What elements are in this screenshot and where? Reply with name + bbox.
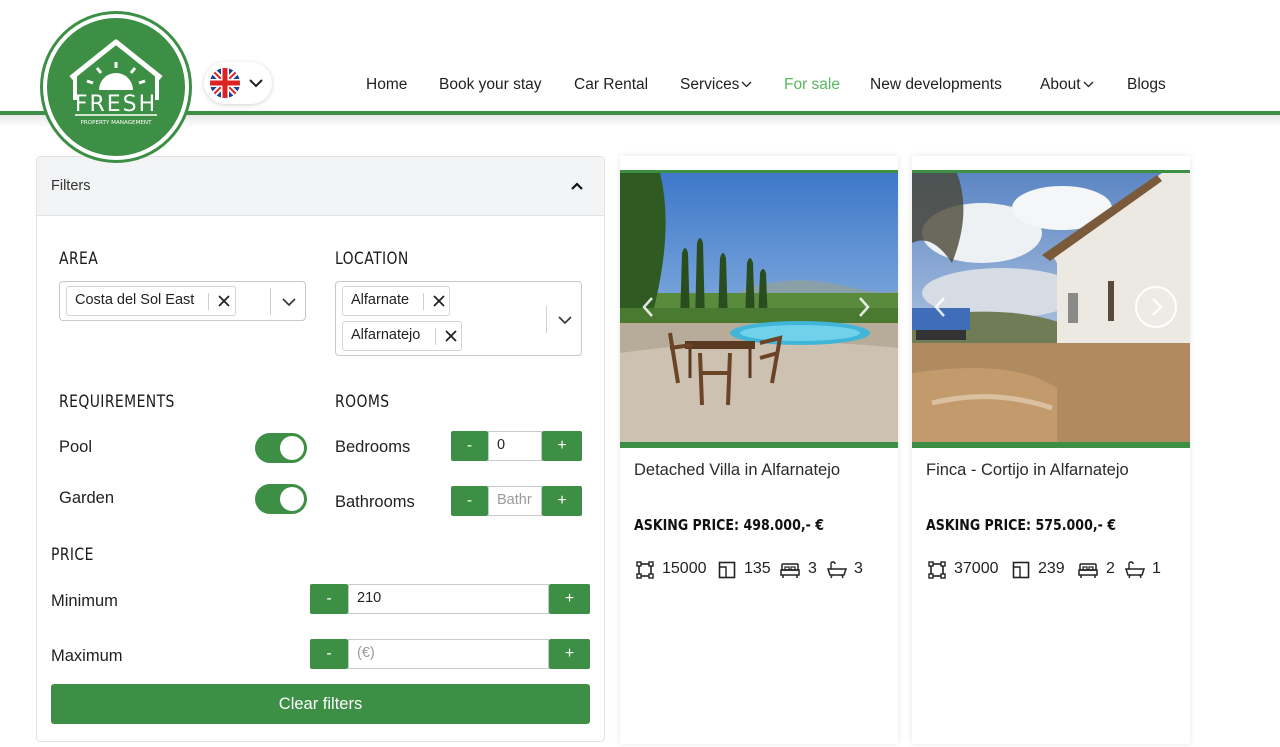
minimum-decrement-button[interactable]: -: [310, 584, 348, 614]
nav-new-developments[interactable]: New developments: [870, 76, 1002, 94]
chevron-up-icon[interactable]: [570, 180, 584, 192]
built-size: 135: [744, 560, 771, 577]
bath-icon: [826, 561, 848, 579]
maximum-increment-button[interactable]: +: [549, 639, 590, 669]
nav-about[interactable]: About: [1040, 76, 1094, 94]
plot-size: 37000: [954, 560, 999, 577]
bedrooms-label: Bedrooms: [335, 438, 411, 456]
bathrooms-increment-button[interactable]: +: [542, 486, 582, 516]
bed-icon: [1078, 563, 1098, 578]
minimum-increment-button[interactable]: +: [549, 584, 590, 614]
listing-card[interactable]: Finca - Cortijo in Alfarnatejo ASKING PR…: [912, 156, 1190, 744]
chevron-down-icon: [249, 79, 263, 88]
listing-photo[interactable]: [620, 170, 898, 448]
tag-separator: [208, 293, 209, 310]
chevron-down-icon: [1083, 81, 1093, 88]
location-tag: Alfarnate: [342, 286, 450, 316]
built-area-icon: [718, 561, 736, 579]
clear-filters-button[interactable]: Clear filters: [51, 684, 590, 724]
bathrooms-count: 3: [854, 560, 863, 577]
filters-header[interactable]: Filters: [37, 157, 604, 216]
bathrooms-input[interactable]: Bathr: [488, 486, 542, 516]
area-tag-label: Costa del Sol East: [75, 292, 195, 308]
bedrooms-count: 3: [808, 560, 817, 577]
chevron-down-icon[interactable]: [281, 295, 297, 309]
bedrooms-decrement-button[interactable]: -: [451, 431, 488, 461]
bathrooms-count: 1: [1152, 560, 1161, 577]
maximum-decrement-button[interactable]: -: [310, 639, 348, 669]
nav-about-label: About: [1040, 76, 1081, 93]
logo-word: FRESH: [75, 92, 157, 117]
bathrooms-decrement-button[interactable]: -: [451, 486, 488, 516]
chevron-left-icon[interactable]: [932, 295, 948, 319]
site-header: FRESH PROPERTY MANAGEMENT Home Book your…: [0, 0, 1280, 160]
nav-services-label: Services: [680, 76, 740, 93]
bedrooms-count: 2: [1106, 560, 1115, 577]
nav-car-rental[interactable]: Car Rental: [574, 76, 648, 94]
tag-separator: [435, 328, 436, 345]
minimum-label: Minimum: [51, 592, 118, 610]
area-tag: Costa del Sol East: [66, 286, 236, 316]
listing-title[interactable]: Finca - Cortijo in Alfarnatejo: [926, 461, 1129, 480]
listing-price: ASKING PRICE: 575.000,- €: [926, 516, 1117, 534]
bed-icon: [780, 563, 800, 578]
select-separator: [270, 288, 271, 315]
chevron-right-icon[interactable]: [856, 295, 872, 319]
rooms-title: ROOMS: [335, 392, 390, 412]
listing-photo[interactable]: [912, 170, 1190, 448]
built-size: 239: [1038, 560, 1065, 577]
bathrooms-label: Bathrooms: [335, 493, 415, 511]
header-shadow: [0, 115, 1280, 127]
logo-subtitle: PROPERTY MANAGEMENT: [80, 120, 152, 126]
close-icon[interactable]: [432, 294, 446, 308]
location-select[interactable]: Alfarnate Alfarnatejo: [335, 281, 582, 356]
minimum-price-input[interactable]: 210: [348, 584, 549, 614]
filters-title: Filters: [51, 178, 91, 194]
chevron-down-icon: [741, 81, 752, 88]
nav-for-sale[interactable]: For sale: [784, 76, 840, 94]
toggle-knob: [280, 436, 304, 460]
location-tag-label: Alfarnatejo: [351, 327, 421, 343]
nav-blogs[interactable]: Blogs: [1127, 76, 1166, 94]
brand-logo[interactable]: FRESH PROPERTY MANAGEMENT: [43, 14, 189, 160]
maximum-price-input[interactable]: (€): [348, 639, 549, 669]
filters-panel: Filters AREA Costa del Sol East LOCATION…: [36, 156, 605, 742]
requirements-title: REQUIREMENTS: [59, 392, 175, 412]
chevron-down-icon[interactable]: [557, 313, 573, 327]
bedrooms-input[interactable]: 0: [488, 431, 542, 461]
nav-book-your-stay[interactable]: Book your stay: [439, 76, 542, 94]
plot-size: 15000: [662, 560, 707, 577]
close-icon[interactable]: [444, 329, 458, 343]
chevron-left-icon[interactable]: [640, 295, 656, 319]
pool-toggle[interactable]: [255, 433, 307, 463]
maximum-label: Maximum: [51, 647, 123, 665]
location-tag-label: Alfarnate: [351, 292, 410, 308]
bath-icon: [1124, 561, 1146, 579]
garden-toggle[interactable]: [255, 484, 307, 514]
bedrooms-increment-button[interactable]: +: [542, 431, 582, 461]
tag-separator: [423, 293, 424, 310]
language-selector[interactable]: [204, 62, 272, 104]
built-area-icon: [1012, 561, 1030, 579]
close-icon[interactable]: [217, 294, 231, 308]
garden-label: Garden: [59, 489, 115, 507]
plot-area-icon: [636, 561, 654, 579]
location-tag: Alfarnatejo: [342, 321, 462, 351]
listing-title[interactable]: Detached Villa in Alfarnatejo: [634, 461, 840, 480]
area-title: AREA: [59, 249, 99, 269]
price-title: PRICE: [51, 545, 94, 565]
chevron-right-icon[interactable]: [1134, 285, 1178, 329]
listing-card[interactable]: Detached Villa in Alfarnatejo ASKING PRI…: [620, 156, 898, 744]
select-separator: [546, 306, 547, 333]
nav-services[interactable]: Services: [680, 76, 752, 94]
nav-home[interactable]: Home: [366, 76, 407, 94]
location-title: LOCATION: [335, 249, 409, 269]
pool-label: Pool: [59, 438, 93, 456]
toggle-knob: [280, 487, 304, 511]
uk-flag-icon: [210, 68, 240, 98]
plot-area-icon: [928, 561, 946, 579]
listing-price: ASKING PRICE: 498.000,- €: [634, 516, 825, 534]
area-select[interactable]: Costa del Sol East: [59, 281, 306, 321]
